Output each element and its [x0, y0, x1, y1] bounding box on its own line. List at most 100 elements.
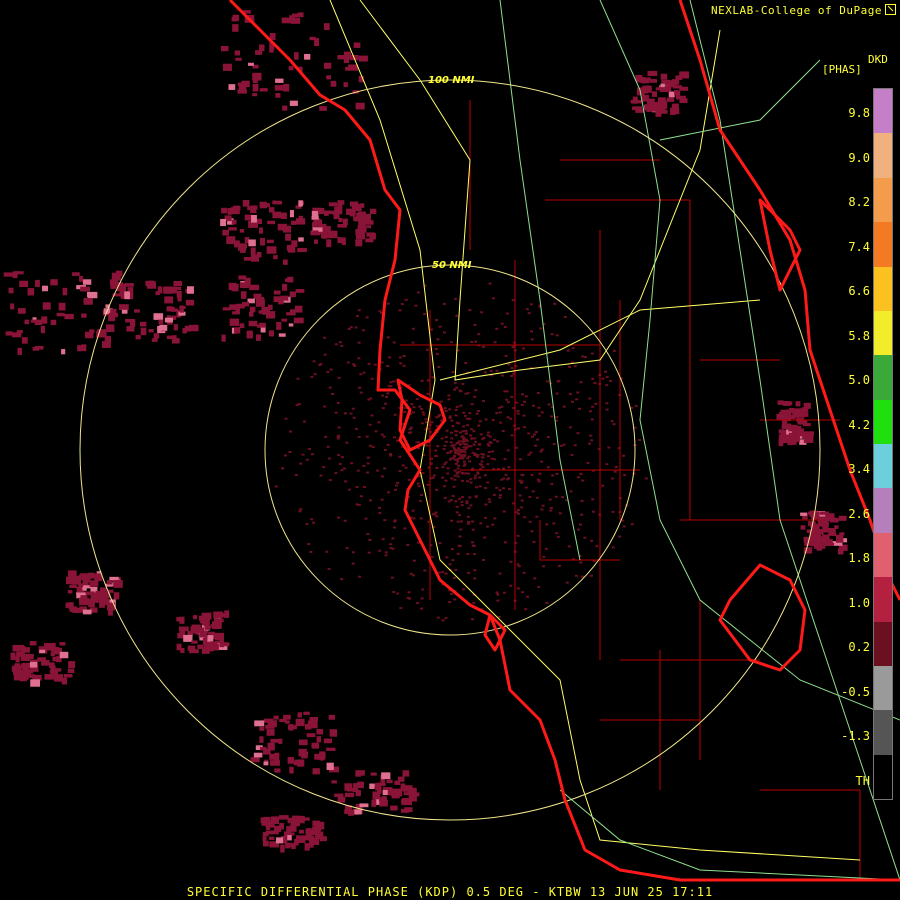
clutter-cell	[470, 428, 474, 431]
echo-cell	[317, 755, 322, 760]
legend-swatch	[874, 577, 892, 622]
clutter-cell	[368, 444, 372, 447]
clutter-cell	[402, 355, 406, 358]
echo-cell	[252, 72, 262, 81]
echo-cell	[309, 36, 316, 41]
clutter-cell	[430, 457, 434, 460]
echo-cell	[79, 597, 89, 606]
clutter-cell	[540, 411, 544, 414]
echo-cell	[303, 711, 310, 715]
clutter-cell	[611, 477, 615, 480]
echo-cell	[68, 661, 76, 669]
clutter-cell	[381, 407, 385, 410]
clutter-cell	[468, 417, 472, 420]
echo-cell	[316, 729, 324, 735]
echo-cell	[220, 218, 227, 227]
echo-cell	[802, 431, 808, 437]
clutter-cell	[467, 472, 471, 475]
echo-cell	[17, 347, 22, 355]
clutter-cell	[516, 512, 520, 515]
echo-cell	[251, 286, 259, 290]
clutter-cell	[576, 432, 580, 435]
clutter-cell	[562, 443, 566, 446]
echo-cell	[19, 280, 29, 288]
clutter-cell	[477, 333, 481, 336]
clutter-cell	[444, 440, 448, 443]
clutter-cell	[546, 435, 550, 438]
clutter-cell	[464, 392, 468, 395]
clutter-cell	[557, 564, 561, 567]
echo-cell	[242, 200, 250, 207]
clutter-cell	[296, 377, 300, 380]
echo-cell	[803, 402, 811, 409]
echo-cell	[297, 12, 304, 18]
clutter-cell	[469, 434, 473, 437]
clutter-cell	[417, 485, 421, 488]
clutter-cell	[347, 488, 351, 491]
clutter-cell	[491, 450, 495, 453]
clutter-cell	[392, 380, 396, 383]
echo-cell	[266, 239, 274, 244]
echo-cell	[651, 91, 657, 97]
logo-icon	[885, 4, 896, 15]
clutter-cell	[318, 363, 322, 366]
echo-cell	[282, 105, 288, 111]
clutter-cell	[530, 338, 534, 341]
echo-cell	[173, 280, 183, 287]
clutter-cell	[498, 494, 502, 497]
clutter-cell	[384, 554, 388, 557]
clutter-cell	[515, 401, 519, 404]
echo-cell	[287, 835, 292, 841]
clutter-cell	[441, 466, 445, 469]
clutter-cell	[459, 450, 463, 453]
clutter-cell	[491, 523, 495, 526]
clutter-cell	[399, 362, 403, 365]
clutter-cell	[465, 432, 469, 435]
echo-cell	[58, 302, 66, 311]
echo-cell	[13, 674, 24, 681]
clutter-cell	[506, 449, 510, 452]
clutter-cell	[386, 365, 390, 368]
clutter-cell	[532, 540, 536, 543]
clutter-cell	[326, 371, 330, 374]
echo-cell	[289, 100, 298, 106]
echo-cell	[121, 309, 128, 314]
clutter-cell	[398, 356, 402, 359]
clutter-cell	[516, 427, 520, 430]
clutter-cell	[389, 452, 393, 455]
clutter-cell	[511, 345, 515, 348]
clutter-cell	[450, 437, 454, 440]
clutter-cell	[384, 551, 388, 554]
clutter-cell	[351, 562, 355, 565]
echo-cell	[324, 23, 330, 31]
clutter-cell	[458, 443, 462, 446]
clutter-cell	[338, 341, 342, 344]
echo-cell	[814, 524, 820, 530]
clutter-cell	[476, 447, 480, 450]
legend-swatch	[874, 399, 892, 444]
clutter-cell	[518, 458, 522, 461]
clutter-cell	[313, 373, 317, 376]
echo-cell	[675, 75, 683, 81]
echo-cell	[656, 101, 665, 110]
clutter-cell	[446, 472, 450, 475]
echo-cell	[113, 592, 120, 600]
echo-cell	[257, 296, 265, 301]
clutter-cell	[478, 463, 482, 466]
clutter-cell	[453, 469, 457, 472]
clutter-cell	[488, 500, 492, 503]
clutter-cell	[454, 297, 458, 300]
echo-cell	[268, 836, 275, 840]
echo-cell	[67, 668, 75, 674]
echo-cell	[313, 239, 318, 244]
clutter-cell	[555, 416, 559, 419]
clutter-cell	[404, 298, 408, 301]
echo-cell	[126, 326, 135, 332]
echo-cell	[148, 328, 154, 333]
clutter-cell	[458, 535, 462, 538]
echo-cell	[285, 233, 291, 241]
clutter-cell	[448, 451, 452, 454]
clutter-cell	[403, 410, 407, 413]
clutter-cell	[495, 486, 499, 489]
echo-cell	[153, 333, 160, 339]
